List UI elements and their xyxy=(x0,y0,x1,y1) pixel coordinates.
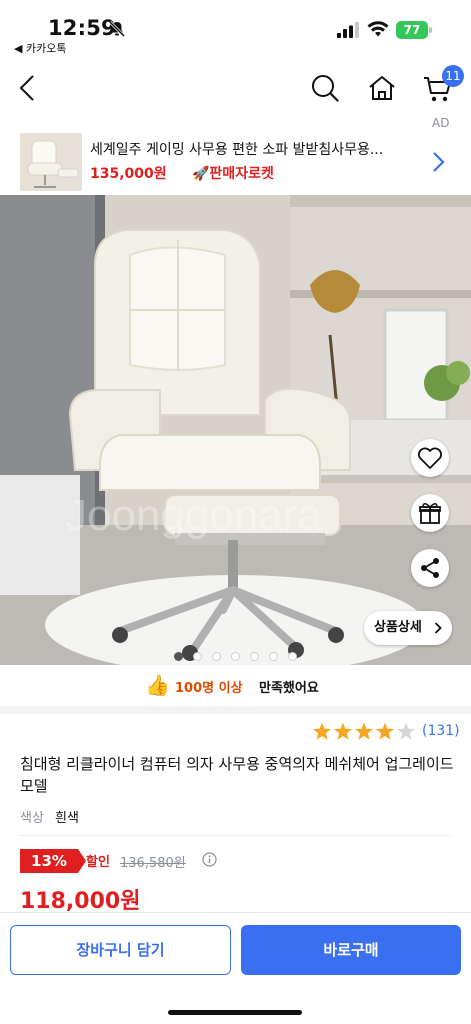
chevron-right-icon xyxy=(433,152,445,172)
status-bar: 12:59 ◀ 카카오톡 77 xyxy=(0,0,471,62)
ad-chair-image xyxy=(20,133,82,191)
home-indicator xyxy=(168,1010,302,1015)
option-label: 색상 xyxy=(20,811,44,826)
top-nav xyxy=(0,62,471,118)
signal-icon xyxy=(337,22,359,38)
option-value: 흰색 xyxy=(55,811,79,826)
ad-title: 세계일주 게이밍 사무용 편한 소파 발받침사무용... xyxy=(90,142,384,158)
watermark-text: Joonggonara xyxy=(65,491,322,540)
product-photo: Joonggonara xyxy=(0,195,471,665)
product-detail-button[interactable]: 상품상세 xyxy=(364,611,452,645)
star-icon xyxy=(312,722,332,740)
add-to-cart-button[interactable]: 장바구니 담기 xyxy=(10,925,231,975)
battery-icon: 77 xyxy=(396,21,432,39)
heart-icon xyxy=(418,447,442,469)
info-icon[interactable] xyxy=(202,852,217,867)
back-to-app-link[interactable]: ◀ 카카오톡 xyxy=(14,40,66,56)
thumbs-up-icon: 👍 xyxy=(145,673,170,697)
review-count-link[interactable]: (131) xyxy=(422,723,460,739)
section-divider xyxy=(0,706,471,714)
gallery-dot[interactable] xyxy=(250,652,259,661)
ad-banner[interactable]: 세계일주 게이밍 사무용 편한 소파 발받침사무용... 135,000원 🚀판… xyxy=(20,133,451,191)
original-price: 136,580원 xyxy=(120,856,186,871)
gallery-dot[interactable] xyxy=(174,652,183,661)
gallery-dot[interactable] xyxy=(269,652,278,661)
sale-label: 할인 xyxy=(86,855,110,870)
buy-now-button[interactable]: 바로구매 xyxy=(241,925,461,975)
battery-level: 77 xyxy=(396,21,428,39)
satisfaction-count: 100명 이상 xyxy=(175,681,243,696)
gallery-dot[interactable] xyxy=(212,652,221,661)
wishlist-button[interactable] xyxy=(411,439,449,477)
product-image-gallery[interactable]: Joonggonara xyxy=(0,195,471,665)
discount-badge: 13% xyxy=(20,849,86,873)
star-rating[interactable] xyxy=(312,722,418,742)
wifi-icon xyxy=(367,21,389,37)
ad-price: 135,000원 xyxy=(90,166,167,182)
divider xyxy=(20,835,451,836)
cart-count-badge: 11 xyxy=(442,65,464,87)
product-detail-label: 상품상세 xyxy=(374,620,422,635)
gift-icon xyxy=(419,503,441,524)
gift-button[interactable] xyxy=(411,494,449,532)
star-icon xyxy=(396,722,416,740)
bottom-action-bar: 장바구니 담기 바로구매 xyxy=(0,912,471,1024)
back-arrow-icon[interactable] xyxy=(18,74,36,102)
gallery-dot[interactable] xyxy=(193,652,202,661)
star-icon xyxy=(375,722,395,740)
gallery-dot[interactable] xyxy=(288,652,297,661)
gallery-dot[interactable] xyxy=(231,652,240,661)
seller-rocket-badge: 🚀판매자로켓 xyxy=(192,166,274,182)
satisfaction-text: 만족했어요 xyxy=(259,681,319,696)
sale-price: 118,000원 xyxy=(20,889,141,914)
ad-thumbnail xyxy=(20,133,82,191)
product-title: 침대형 리클라이너 컴퓨터 의자 사무용 중역의자 메쉬체어 업그레이드 모델 xyxy=(20,755,454,795)
home-icon[interactable] xyxy=(368,74,396,102)
chevron-right-icon xyxy=(434,622,442,634)
ad-label: AD xyxy=(432,116,450,130)
status-time: 12:59 xyxy=(48,16,116,40)
search-icon[interactable] xyxy=(311,74,339,102)
star-icon xyxy=(354,722,374,740)
share-icon xyxy=(421,558,439,578)
bell-muted-icon xyxy=(108,20,126,38)
share-button[interactable] xyxy=(411,549,449,587)
star-icon xyxy=(333,722,353,740)
